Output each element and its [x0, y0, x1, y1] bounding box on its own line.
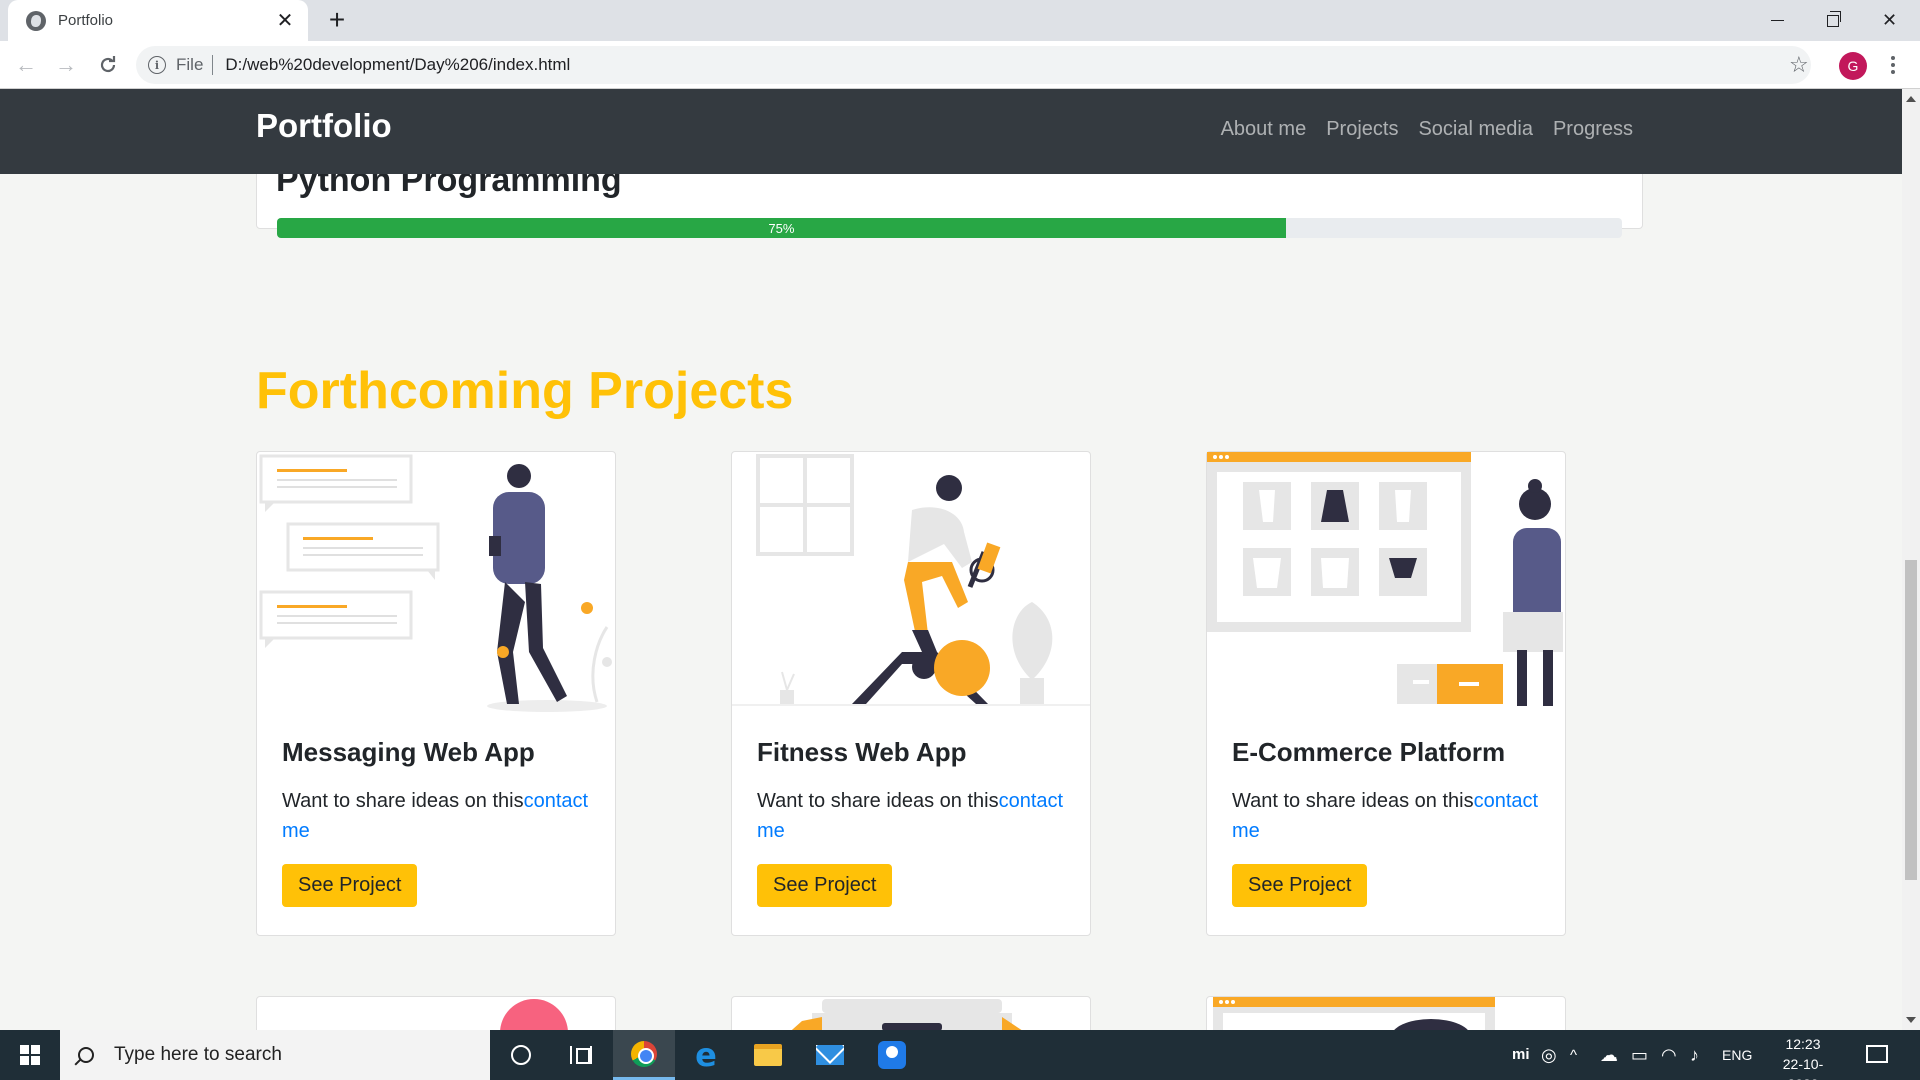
- edge-icon: e: [695, 1036, 717, 1074]
- taskbar-search[interactable]: Type here to search: [60, 1030, 490, 1080]
- clock-date: 22-10-2020: [1782, 1056, 1824, 1080]
- cortana-icon: [511, 1045, 531, 1065]
- profile-avatar[interactable]: G: [1839, 52, 1867, 80]
- battery-icon[interactable]: ▭: [1631, 1045, 1648, 1066]
- card-text: Want to share ideas on thiscontact me: [1232, 786, 1547, 846]
- mail-icon: [816, 1045, 844, 1065]
- system-clock[interactable]: 12:23 22-10-2020: [1768, 1034, 1838, 1080]
- fitness-illustration: [732, 452, 1090, 714]
- nav-links: About me Projects Social media Progress: [1221, 118, 1633, 141]
- address-bar[interactable]: i File D:/web%20development/Day%206/inde…: [136, 46, 1811, 84]
- project-card: Messaging Web App Want to share ideas on…: [256, 451, 616, 936]
- card-text-body: Want to share ideas on this: [757, 790, 999, 812]
- url-scheme: File: [176, 55, 204, 74]
- language-indicator[interactable]: ENG: [1722, 1047, 1752, 1063]
- minimize-icon: [1771, 20, 1784, 21]
- windows-taskbar: Type here to search e mi ◎ ^ ☁ ▭ ◠ ♪ ENG…: [0, 1030, 1920, 1080]
- taskbar-people[interactable]: [861, 1030, 923, 1080]
- notification-icon[interactable]: [1866, 1045, 1888, 1063]
- project-card-partial: [731, 996, 1091, 1030]
- chrome-icon: [631, 1040, 657, 1067]
- card-text-body: Want to share ideas on this: [282, 790, 524, 812]
- url-text[interactable]: D:/web%20development/Day%206/index.html: [225, 55, 570, 75]
- windows-logo-icon: [20, 1045, 40, 1065]
- tab-strip: Portfolio ✕ + ✕: [0, 0, 1920, 41]
- mi-icon[interactable]: mi: [1512, 1046, 1530, 1063]
- task-view-button[interactable]: [550, 1030, 612, 1080]
- close-window-button[interactable]: ✕: [1862, 0, 1917, 41]
- card-body: Fitness Web App Want to share ideas on t…: [757, 737, 1072, 907]
- scroll-thumb[interactable]: [1905, 560, 1917, 880]
- project-card-partial: [1206, 996, 1566, 1030]
- reload-button[interactable]: [92, 49, 124, 81]
- progress-fill: 75%: [277, 218, 1286, 238]
- page-viewport: Portfolio About me Projects Social media…: [0, 89, 1902, 1030]
- wifi-icon[interactable]: ◠: [1661, 1045, 1677, 1066]
- taskbar-edge[interactable]: e: [675, 1030, 737, 1080]
- partial-illustration: [1213, 997, 1495, 1030]
- nav-link-social[interactable]: Social media: [1418, 118, 1533, 141]
- start-button[interactable]: [0, 1030, 60, 1080]
- back-button[interactable]: ←: [10, 49, 42, 81]
- partial-illustration: [500, 999, 568, 1030]
- card-title: E-Commerce Platform: [1232, 737, 1506, 767]
- bookmark-star-icon[interactable]: ☆: [1789, 52, 1809, 78]
- nav-link-projects[interactable]: Projects: [1326, 118, 1398, 141]
- restore-icon: [1826, 10, 1841, 27]
- reload-icon: [100, 56, 116, 73]
- onedrive-icon[interactable]: ☁: [1600, 1045, 1618, 1066]
- cortana-button[interactable]: [490, 1030, 552, 1080]
- ecommerce-illustration: [1207, 452, 1565, 714]
- see-project-button[interactable]: See Project: [1232, 864, 1368, 907]
- scroll-up-icon[interactable]: [1906, 96, 1916, 102]
- taskbar-file-explorer[interactable]: [737, 1030, 799, 1080]
- nav-link-about[interactable]: About me: [1221, 118, 1307, 141]
- card-text: Want to share ideas on thiscontact me: [757, 786, 1072, 846]
- clock-time: 12:23: [1785, 1036, 1821, 1052]
- sync-icon[interactable]: ◎: [1541, 1045, 1557, 1066]
- taskbar-mail[interactable]: [799, 1030, 861, 1080]
- new-tab-button[interactable]: +: [322, 6, 352, 36]
- browser-toolbar: ← → i File D:/web%20development/Day%206/…: [0, 41, 1920, 89]
- task-view-icon: [570, 1046, 592, 1064]
- globe-icon: [26, 10, 46, 31]
- card-body: Messaging Web App Want to share ideas on…: [282, 737, 597, 907]
- tab-title: Portfolio: [58, 12, 114, 29]
- card-text: Want to share ideas on thiscontact me: [282, 786, 597, 846]
- card-text-body: Want to share ideas on this: [1232, 790, 1474, 812]
- section-title: Forthcoming Projects: [256, 362, 794, 420]
- info-icon[interactable]: i: [148, 56, 166, 74]
- card-body: E-Commerce Platform Want to share ideas …: [1232, 737, 1547, 907]
- volume-icon[interactable]: ♪: [1690, 1045, 1699, 1066]
- partial-illustration: [791, 999, 1022, 1030]
- close-tab-icon[interactable]: ✕: [274, 8, 296, 33]
- url-divider: [212, 55, 214, 75]
- search-placeholder: Type here to search: [114, 1044, 282, 1065]
- project-card: E-Commerce Platform Want to share ideas …: [1206, 451, 1566, 936]
- nav-link-progress[interactable]: Progress: [1553, 118, 1633, 141]
- chevron-up-icon[interactable]: ^: [1570, 1047, 1577, 1064]
- site-navbar: Portfolio About me Projects Social media…: [0, 89, 1902, 174]
- see-project-button[interactable]: See Project: [282, 864, 418, 907]
- page-scrollbar[interactable]: [1902, 89, 1920, 1030]
- card-title: Messaging Web App: [282, 737, 535, 767]
- folder-icon: [754, 1044, 782, 1066]
- forward-button[interactable]: →: [50, 49, 82, 81]
- navbar-brand[interactable]: Portfolio: [256, 107, 392, 145]
- taskbar-chrome[interactable]: [613, 1030, 675, 1080]
- messaging-illustration: [257, 452, 615, 714]
- scroll-down-icon[interactable]: [1906, 1017, 1916, 1023]
- card-title: Fitness Web App: [757, 737, 967, 767]
- project-card: Fitness Web App Want to share ideas on t…: [731, 451, 1091, 936]
- search-icon: [78, 1047, 94, 1063]
- menu-kebab-icon[interactable]: [1886, 49, 1900, 81]
- progress-bar: 75%: [277, 218, 1622, 238]
- see-project-button[interactable]: See Project: [757, 864, 893, 907]
- restore-button[interactable]: [1805, 0, 1860, 41]
- project-card-partial: [256, 996, 616, 1030]
- minimize-button[interactable]: [1750, 0, 1805, 41]
- people-icon: [878, 1041, 906, 1069]
- browser-tab[interactable]: Portfolio ✕: [8, 0, 308, 41]
